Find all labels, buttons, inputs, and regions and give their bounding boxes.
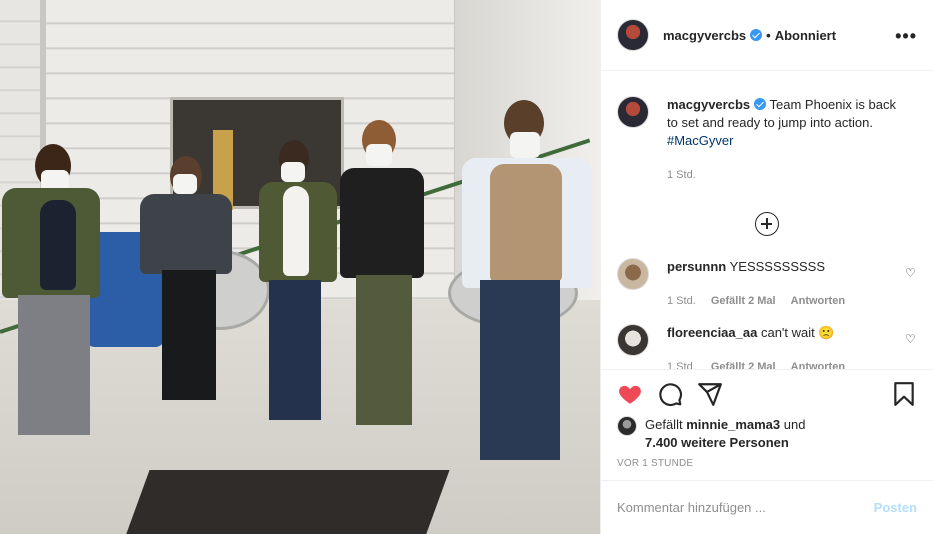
likes-summary: Gefällt minnie_mama3 und 7.400 weitere P… (617, 416, 917, 452)
likes-and: und (783, 417, 806, 432)
comment-heart-icon[interactable]: ♡ (905, 266, 917, 280)
plus-circle-icon[interactable] (755, 212, 779, 236)
comment-avatar[interactable] (617, 324, 649, 356)
comment-icon[interactable] (657, 381, 683, 407)
comment-avatar[interactable] (617, 258, 649, 290)
likes-prefix: Gefällt (645, 417, 683, 432)
comment-likes[interactable]: Gefällt 2 Mal (711, 361, 776, 369)
instagram-post-view: macgyvercbs • Abonniert ••• macgyvercbs … (0, 0, 933, 534)
photo-floor-mat (120, 470, 450, 534)
comment-time[interactable]: 1 Std. (667, 361, 696, 369)
post-comment-button[interactable]: Posten (874, 500, 917, 515)
reply-button[interactable]: Antworten (791, 361, 845, 369)
verified-icon (754, 98, 767, 110)
comment-input[interactable]: Kommentar hinzufügen ... (617, 500, 874, 515)
caption-time[interactable]: 1 Std. (667, 169, 696, 181)
post-side-panel: macgyvercbs • Abonniert ••• macgyvercbs … (600, 0, 933, 534)
comment-username[interactable]: floreenciaa_aa (667, 325, 757, 340)
follow-status-button[interactable]: Abonniert (775, 28, 836, 43)
post-timestamp[interactable]: VOR 1 STUNDE (617, 458, 917, 469)
post-header: macgyvercbs • Abonniert ••• (601, 0, 933, 71)
post-photo[interactable] (0, 0, 600, 534)
reply-button[interactable]: Antworten (791, 295, 845, 307)
author-avatar[interactable] (617, 19, 649, 51)
share-icon[interactable] (697, 381, 723, 407)
comment-time[interactable]: 1 Std. (667, 295, 696, 307)
comment-text: can't wait 🙁 (760, 325, 835, 340)
add-comment-bar: Kommentar hinzufügen ... Posten (601, 480, 933, 534)
bookmark-icon[interactable] (891, 381, 917, 407)
more-icon[interactable]: ••• (895, 26, 917, 47)
caption-hashtag[interactable]: #MacGyver (667, 133, 733, 148)
post-actions: Gefällt minnie_mama3 und 7.400 weitere P… (601, 369, 933, 469)
likes-others-link[interactable]: 7.400 weitere Personen (645, 435, 789, 450)
caption-username[interactable]: macgyvercbs (667, 97, 750, 112)
comment-item: persunnn YESSSSSSSSS 1 Std. Gefällt 2 Ma… (617, 242, 917, 310)
caption-avatar[interactable] (617, 96, 649, 128)
load-more (617, 212, 917, 236)
author-username[interactable]: macgyvercbs (663, 28, 746, 43)
header-separator: • (766, 27, 771, 43)
verified-icon (750, 29, 763, 41)
caption: macgyvercbs Team Phoenix is back to set … (617, 71, 917, 184)
comments-list[interactable]: macgyvercbs Team Phoenix is back to set … (601, 71, 933, 369)
comment-item: floreenciaa_aa can't wait 🙁 1 Std. Gefäl… (617, 310, 917, 369)
comment-likes[interactable]: Gefällt 2 Mal (711, 295, 776, 307)
comment-text: YESSSSSSSSS (729, 259, 826, 274)
liker-avatar[interactable] (617, 416, 637, 436)
comment-username[interactable]: persunnn (667, 259, 726, 274)
comment-heart-icon[interactable]: ♡ (905, 332, 917, 346)
heart-icon[interactable] (617, 381, 643, 407)
liker-username[interactable]: minnie_mama3 (686, 417, 780, 432)
action-icons (617, 380, 917, 408)
